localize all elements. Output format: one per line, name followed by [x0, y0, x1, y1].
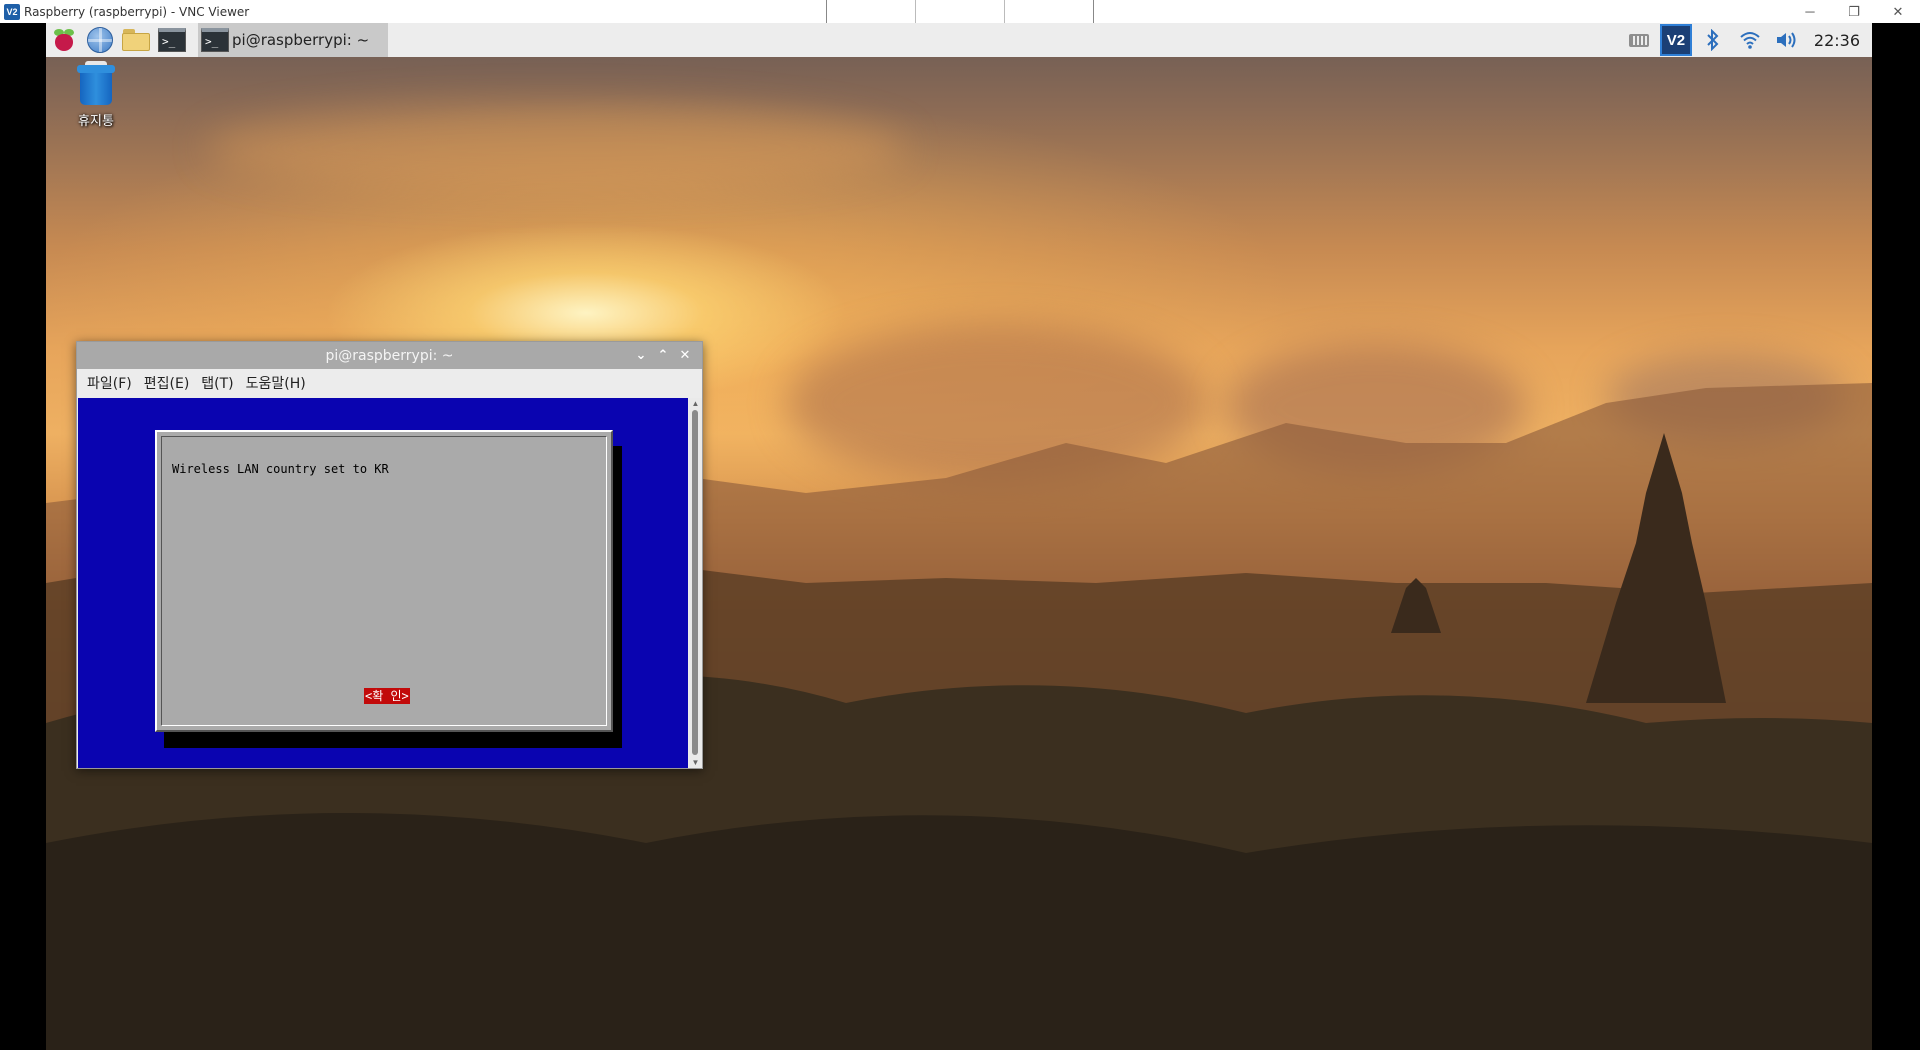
vnc-toolbar-segment[interactable] — [827, 0, 916, 25]
vnc-server-tray[interactable]: V2 — [1659, 23, 1693, 57]
vnc-icon: V2 — [1659, 24, 1692, 56]
trash-desktop-icon[interactable]: 휴지통 — [64, 61, 128, 129]
volume-tray[interactable] — [1770, 23, 1804, 57]
desktop-panel: >_ >_ pi@raspberrypi: ~ V2 22:36 — [46, 23, 1872, 57]
bluetooth-icon — [1707, 29, 1719, 51]
taskbar-terminal-window[interactable]: >_ pi@raspberrypi: ~ — [198, 23, 388, 57]
panel-clock[interactable]: 22:36 — [1814, 31, 1860, 50]
keyboard-icon — [1628, 33, 1649, 47]
terminal-title: pi@raspberrypi: ~ — [325, 347, 454, 364]
trash-label: 휴지통 — [78, 114, 114, 129]
menu-file[interactable]: 파일(F) — [81, 373, 138, 393]
menu-tabs[interactable]: 탭(T) — [195, 373, 239, 393]
maximize-icon[interactable]: ⌃ — [652, 348, 674, 363]
vnc-app-icon: V2 — [4, 3, 20, 20]
taskbar-window-title: pi@raspberrypi: ~ — [232, 31, 370, 49]
scroll-up-icon[interactable]: ▲ — [691, 399, 700, 408]
terminal-icon: >_ — [158, 28, 186, 52]
terminal-scrollbar[interactable]: ▲ ▼ — [689, 398, 702, 768]
bluetooth-tray[interactable] — [1696, 23, 1730, 57]
menu-edit[interactable]: 편집(E) — [138, 373, 196, 393]
dialog-frame: Wireless LAN country set to KR <확 인> — [161, 436, 607, 726]
terminal-titlebar[interactable]: pi@raspberrypi: ~ ⌄ ⌃ ✕ — [77, 342, 702, 369]
raspberry-menu-button[interactable] — [46, 23, 82, 57]
system-tray: V2 22:36 — [1619, 23, 1872, 57]
vnc-toolbar-segment[interactable] — [916, 0, 1005, 25]
dialog-message: Wireless LAN country set to KR — [172, 462, 389, 476]
ok-button[interactable]: <확 인> — [364, 688, 410, 704]
restore-button[interactable]: ❐ — [1832, 0, 1876, 23]
web-browser-launcher[interactable] — [82, 23, 118, 57]
scroll-down-icon[interactable]: ▼ — [691, 758, 700, 767]
terminal-launcher[interactable]: >_ — [154, 23, 190, 57]
close-icon[interactable]: ✕ — [674, 348, 696, 363]
trash-icon — [77, 61, 115, 105]
close-button[interactable]: ✕ — [1876, 0, 1920, 23]
menu-help[interactable]: 도움말(H) — [240, 373, 312, 393]
terminal-icon: >_ — [201, 28, 229, 52]
terminal-menubar: 파일(F) 편집(E) 탭(T) 도움말(H) — [77, 369, 702, 397]
terminal-window: pi@raspberrypi: ~ ⌄ ⌃ ✕ 파일(F) 편집(E) 탭(T)… — [76, 341, 703, 769]
file-manager-launcher[interactable] — [118, 23, 154, 57]
whiptail-dialog: Wireless LAN country set to KR <확 인> — [155, 430, 613, 732]
raspberry-pi-icon — [53, 28, 75, 52]
globe-icon — [87, 27, 113, 53]
volume-icon — [1776, 32, 1796, 48]
wifi-tray[interactable] — [1733, 23, 1767, 57]
terminal-content[interactable]: Wireless LAN country set to KR <확 인> — [78, 398, 688, 768]
folder-icon — [122, 29, 150, 51]
vnc-toolbar-segment[interactable] — [1005, 0, 1093, 25]
viewer-letterbox — [1872, 23, 1920, 1050]
minimize-icon[interactable]: ⌄ — [630, 348, 652, 363]
minimize-button[interactable]: ─ — [1788, 0, 1832, 23]
remote-desktop: >_ >_ pi@raspberrypi: ~ V2 22:36 휴지통 pi@… — [46, 23, 1872, 1050]
wifi-icon — [1740, 32, 1760, 49]
keyboard-tray[interactable] — [1622, 23, 1656, 57]
scrollbar-thumb[interactable] — [692, 410, 698, 755]
